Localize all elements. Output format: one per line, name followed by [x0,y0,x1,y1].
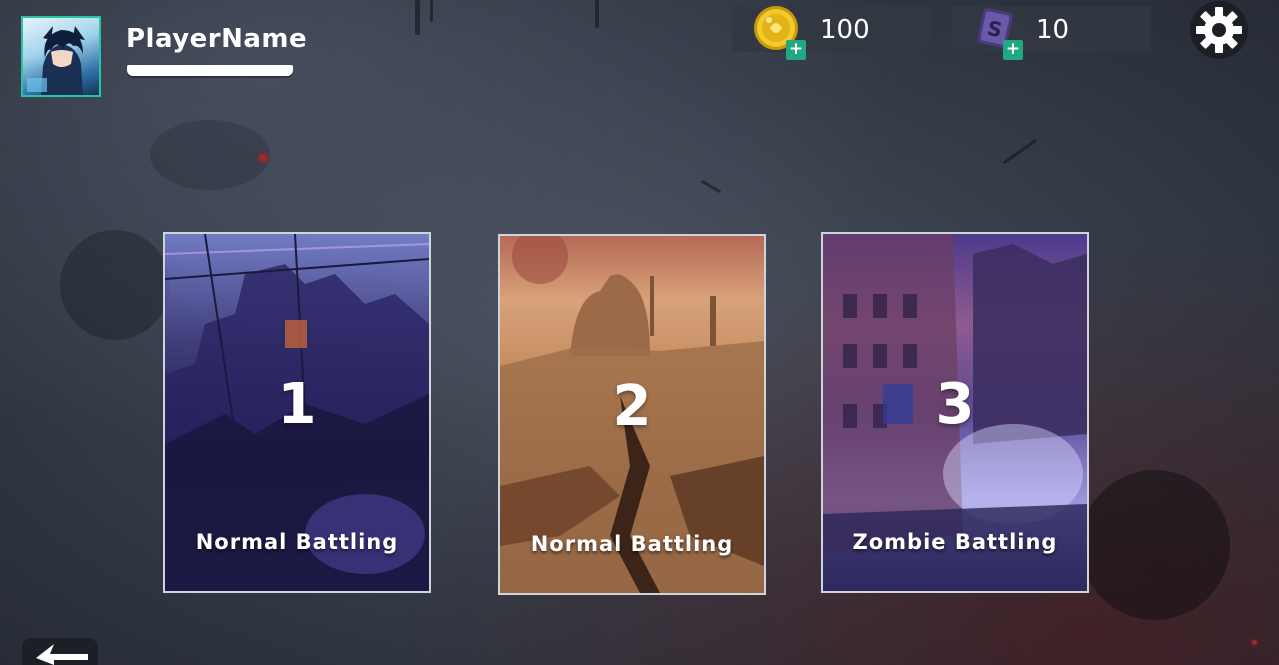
settings-button[interactable] [1189,0,1249,60]
gold-currency-panel: + 100 [732,6,932,60]
paint-drip [595,0,599,28]
paint-splatter [1080,470,1230,620]
back-arrow-icon [22,638,98,665]
mode-label: Normal Battling [530,532,734,556]
mode-card-3[interactable]: 3 Zombie Battling [821,232,1089,593]
add-gold-button[interactable]: + [786,40,806,60]
mode-number: 2 [612,374,652,439]
mode-number: 1 [277,372,317,437]
back-button[interactable] [22,636,102,665]
paint-splatter [60,230,170,340]
gear-icon [1190,1,1248,59]
paint-drip [700,179,722,194]
paint-splatter [150,120,270,190]
player-name-underline [127,65,293,76]
mode-card-1[interactable]: 1 Normal Battling [163,232,431,593]
gem-currency-panel: S + 10 [951,6,1151,60]
paint-drip [430,0,433,22]
player-avatar[interactable] [21,16,101,97]
gold-amount: 100 [820,15,870,45]
gem-amount: 10 [1036,15,1070,45]
paint-drip [1002,138,1038,165]
mode-card-2[interactable]: 2 Normal Battling [498,234,766,595]
mode-number: 3 [935,372,975,437]
paint-dot [259,154,267,162]
mode-label: Normal Battling [195,530,399,554]
player-name: PlayerName [126,24,308,54]
mode-label: Zombie Battling [852,530,1058,554]
paint-dot [1252,640,1257,645]
paint-drip [415,0,420,35]
add-gem-button[interactable]: + [1003,40,1023,60]
